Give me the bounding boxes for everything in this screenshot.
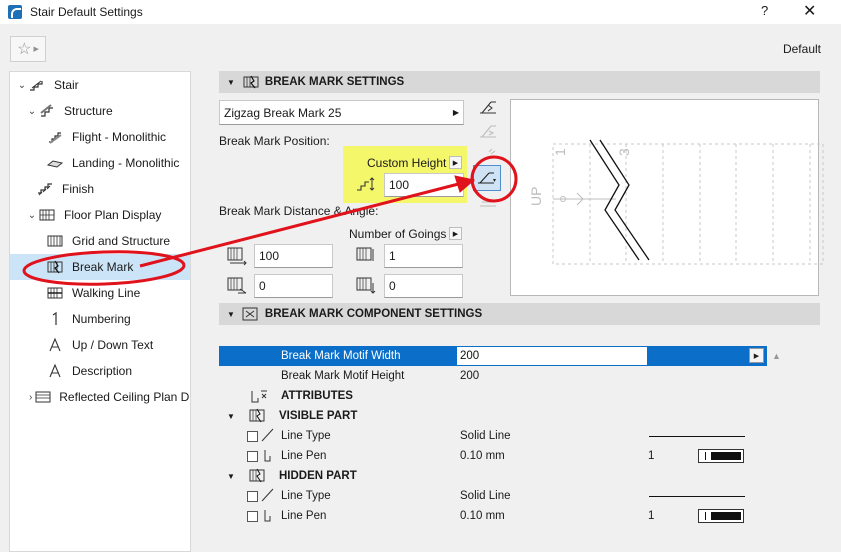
red-annotation-overlay — [22, 155, 518, 286]
